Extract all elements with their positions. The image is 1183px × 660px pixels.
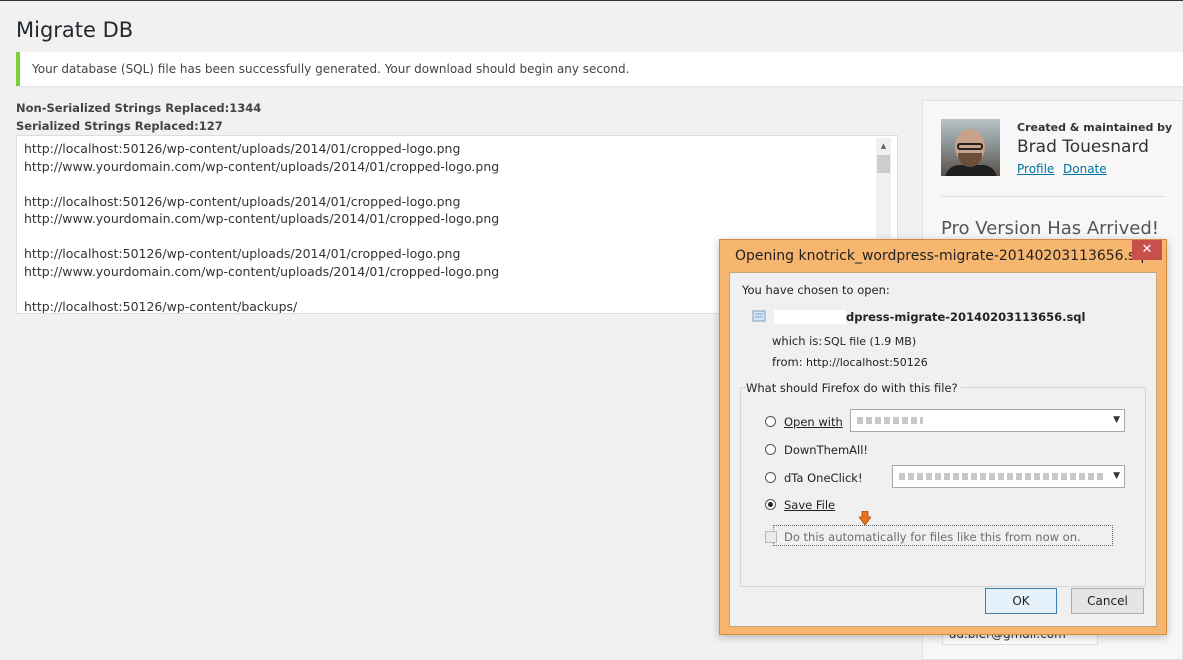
open-with-label[interactable]: Open with: [784, 415, 843, 429]
blurred-directory: [899, 473, 1104, 480]
serialized-value: 127: [198, 119, 223, 133]
profile-link[interactable]: Profile: [1017, 162, 1054, 176]
file-name: dpress-migrate-20140203113656.sql: [846, 310, 1086, 324]
serialized-stat: Serialized Strings Replaced:127: [16, 119, 223, 133]
pro-version-heading: Pro Version Has Arrived!: [941, 218, 1160, 239]
dta-oneclick-label[interactable]: dTa OneClick!: [784, 471, 863, 485]
dta-directory-select[interactable]: ▼: [892, 465, 1125, 488]
open-with-radio[interactable]: [765, 416, 776, 427]
auto-checkbox[interactable]: [765, 531, 777, 543]
downthemall-radio[interactable]: [765, 444, 776, 455]
serialized-label: Serialized Strings Replaced:: [16, 119, 199, 133]
dta-oneclick-radio[interactable]: [765, 472, 776, 483]
dialog-title: Opening knotrick_wordpress-migrate-20140…: [735, 248, 1149, 264]
url-line: http://www.yourdomain.com/wp-content/upl…: [24, 211, 500, 226]
success-notice: Your database (SQL) file has been succes…: [16, 52, 1183, 86]
non-serialized-value: 1344: [229, 101, 262, 115]
page-title: Migrate DB: [16, 18, 134, 42]
cancel-button[interactable]: Cancel: [1071, 588, 1144, 614]
save-file-radio[interactable]: [765, 499, 776, 510]
open-with-select[interactable]: ▼: [850, 409, 1125, 432]
redacted-filename-part: [774, 310, 846, 324]
chevron-down-icon: ▼: [1113, 471, 1120, 481]
top-border: [0, 0, 1183, 1]
action-question: What should Firefox do with this file?: [746, 381, 961, 395]
avatar: [941, 119, 1000, 176]
scrollbar-thumb[interactable]: [877, 155, 890, 173]
from-label: from:: [772, 355, 803, 369]
download-arrow-icon: [859, 511, 871, 525]
from-value: http://localhost:50126: [806, 356, 928, 369]
notice-text: Your database (SQL) file has been succes…: [32, 62, 630, 76]
redacted-app-name: [923, 414, 971, 427]
url-line: http://localhost:50126/wp-content/upload…: [24, 193, 461, 209]
ok-button[interactable]: OK: [985, 588, 1057, 614]
file-icon: [752, 310, 766, 322]
save-file-label[interactable]: Save File: [784, 498, 835, 512]
which-is-value: SQL file (1.9 MB): [824, 335, 917, 348]
sidebar-divider: [941, 196, 1165, 197]
url-line: http://localhost:50126/wp-content/upload…: [24, 141, 461, 156]
auto-checkbox-label: Do this automatically for files like thi…: [784, 530, 1081, 544]
chevron-down-icon: ▼: [1113, 415, 1120, 425]
download-dialog: Opening knotrick_wordpress-migrate-20140…: [719, 239, 1167, 635]
dialog-body: You have chosen to open: dpress-migrate-…: [729, 272, 1157, 627]
which-is-label: which is:: [772, 334, 823, 348]
chosen-label: You have chosen to open:: [742, 283, 890, 297]
author-name: Brad Touesnard: [1017, 137, 1149, 157]
donate-link[interactable]: Donate: [1063, 162, 1107, 176]
non-serialized-stat: Non-Serialized Strings Replaced:1344: [16, 101, 261, 115]
url-line-gap: [24, 175, 864, 193]
url-line: http://www.yourdomain.com/wp-content/upl…: [24, 158, 500, 174]
scroll-up-arrow-icon[interactable]: ▲: [876, 138, 891, 154]
dialog-titlebar[interactable]: Opening knotrick_wordpress-migrate-20140…: [720, 240, 1166, 272]
downthemall-label[interactable]: DownThemAll!: [784, 443, 868, 457]
created-by-label: Created & maintained by: [1017, 121, 1173, 134]
close-icon[interactable]: ✕: [1132, 240, 1162, 260]
non-serialized-label: Non-Serialized Strings Replaced:: [16, 101, 230, 115]
